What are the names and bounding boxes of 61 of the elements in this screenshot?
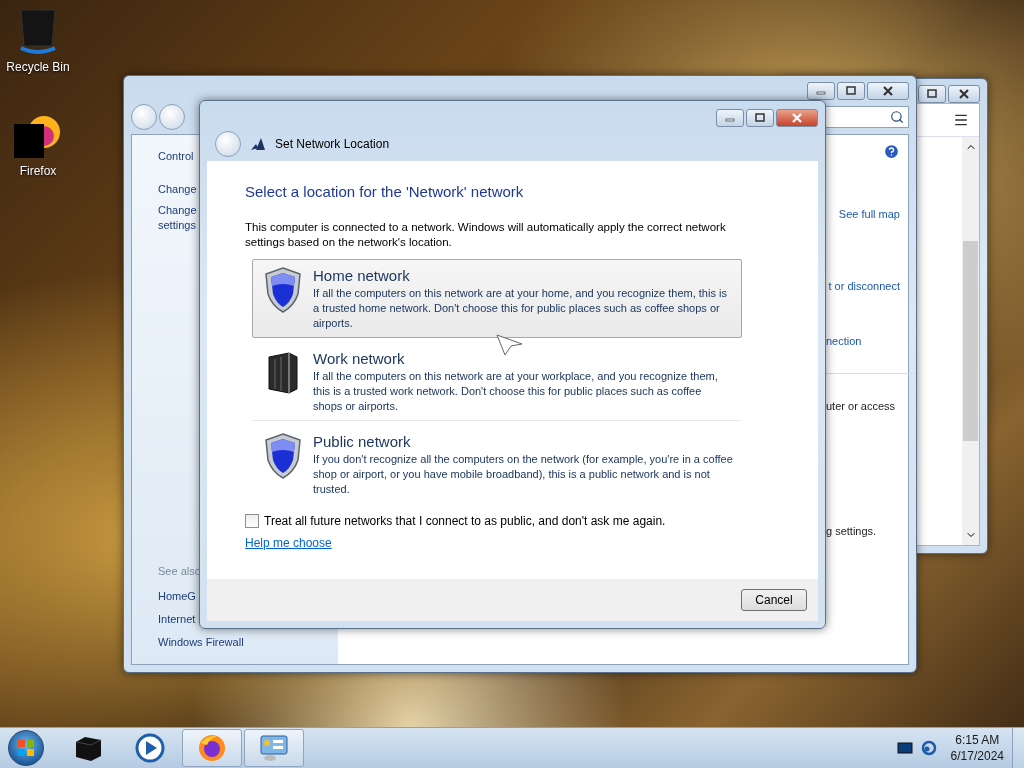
intro-text: This computer is connected to a network. Windows will automatically apply the correct network settings based on the network's location. [245, 220, 727, 250]
shield-icon [263, 432, 303, 480]
scroll-thumb[interactable] [963, 241, 978, 441]
close-button[interactable] [867, 82, 909, 100]
body-text: uter or access [826, 400, 896, 412]
play-icon [135, 733, 165, 763]
monitor-icon[interactable] [896, 742, 913, 754]
clock-time[interactable]: 6:15 AM [955, 732, 1000, 748]
body-text: g settings. [826, 525, 877, 537]
minimize-button[interactable] [716, 109, 744, 127]
sidebar-link[interactable]: Control [158, 149, 194, 164]
maximize-button[interactable] [837, 82, 865, 100]
mouse-pointer-icon [496, 334, 524, 356]
network-option[interactable]: Public network If you don't recognize all the computers on the network (for example, you're in a coffee shop or airport, or you have mobile broadband), this is a public network and is not trusted. [252, 425, 742, 504]
desktop-icon-label[interactable]: Firefox [19, 164, 57, 178]
menu-icon[interactable] [953, 112, 969, 128]
dialog-heading: Select a location for the 'Network' network [245, 183, 525, 200]
link[interactable]: t or disconnect [828, 280, 900, 292]
sidebar-link[interactable]: Windows Firewall [158, 635, 244, 650]
maximize-icon [845, 86, 857, 96]
checkbox[interactable] [245, 514, 259, 528]
bin-icon [17, 6, 59, 54]
maximize-button[interactable] [918, 85, 946, 103]
maximize-icon [926, 89, 938, 99]
option-description: If you don't recognize all the computers on the network (for example, you're in a coffee shop or airport, or you have mobile broadband), this is a public network and is not trusted. [313, 452, 733, 497]
network-option[interactable]: Home network If all the computers on this network are at your home, and you recognize them, this is a trusted home network. Don't choose this for public places such as coffee shops or airports. [252, 259, 742, 338]
desktop-icon-label[interactable]: Recycle Bin [6, 60, 70, 74]
network-option[interactable]: Work network If all the computers on this network are at your workplace, and you recognize them, this is a trusted work network. Don't choose this for public places such as coffee shops or airports. [252, 342, 742, 421]
help-icon[interactable] [883, 143, 900, 160]
box-icon [73, 734, 103, 762]
option-description: If all the computers on this network are at your workplace, and you recognize them, this is a trusted work network. Don't choose this for public places such as coffee shops or airports. [313, 369, 719, 414]
search-icon [890, 110, 904, 124]
sidebar-link[interactable]: Change [158, 182, 197, 197]
sidebar-link[interactable]: Change settings [158, 203, 197, 233]
start-button[interactable] [8, 730, 44, 766]
sidebar-link[interactable]: Internet [158, 612, 196, 627]
taskbar-app-button[interactable] [182, 729, 242, 767]
minimize-button[interactable] [807, 82, 835, 100]
scrollbar[interactable] [962, 137, 979, 545]
option-description: If all the computers on this network are at your home, and you recognize them, this is a trusted home network. Don't choose this for public places such as coffee shops or airports. [313, 286, 728, 331]
windows-logo-icon [17, 739, 35, 757]
option-title: Work network [313, 349, 406, 369]
close-button[interactable] [776, 109, 818, 127]
clock-date[interactable]: 6/17/2024 [950, 748, 1004, 764]
dialog-title: Set Network Location [275, 137, 390, 151]
close-button[interactable] [948, 85, 980, 103]
link[interactable]: See full map [838, 208, 900, 220]
shield-icon [263, 266, 303, 314]
cancel-button[interactable]: Cancel [741, 589, 807, 611]
sidebar-link[interactable]: HomeG [158, 589, 196, 604]
help-link[interactable]: Help me choose [245, 536, 332, 550]
close-icon [958, 89, 970, 99]
link[interactable]: nection [826, 335, 862, 347]
maximize-button[interactable] [746, 109, 774, 127]
control-panel-icon [258, 733, 290, 763]
close-icon [882, 86, 894, 96]
close-icon [791, 113, 803, 123]
option-title: Public network [313, 432, 412, 452]
checkbox-label: Treat all future networks that I connect to as public, and don't ask me again. [264, 514, 666, 528]
maximize-icon [754, 113, 766, 123]
option-title: Home network [313, 266, 411, 286]
